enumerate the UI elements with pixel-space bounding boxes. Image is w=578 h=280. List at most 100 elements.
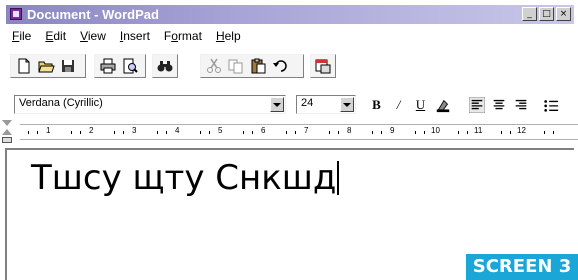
align-right-icon [515,99,526,110]
ruler-tick [424,131,425,134]
new-document-button[interactable] [14,56,34,76]
minimize-button[interactable]: _ [522,7,537,21]
wordpad-window: Document - WordPad _ □ × File Edit View … [0,0,578,280]
menu-edit[interactable]: Edit [45,29,66,43]
undo-icon [273,60,287,72]
align-left-button[interactable] [466,95,487,115]
title-bar[interactable]: Document - WordPad _ □ × [6,5,574,24]
toolbar-group-find [152,54,178,78]
ruler-tick [286,131,287,134]
open-folder-icon [38,61,55,73]
copy-button[interactable] [226,56,246,76]
font-name-select[interactable]: Verdana (Cyrillic) [14,95,286,114]
window-title: Document - WordPad [27,7,159,22]
ruler-tick [295,131,296,134]
size-dropdown-arrow-icon[interactable] [340,97,354,112]
menu-file[interactable]: File [12,29,31,43]
ruler-tick [123,131,124,134]
find-button[interactable] [156,56,174,76]
ruler-tick [501,131,502,134]
text-caret [337,161,340,195]
ruler-tick [329,131,330,134]
open-button[interactable] [36,56,56,76]
ruler-number: 9 [390,126,395,135]
color-button[interactable] [432,95,453,115]
ruler-tick [71,131,72,134]
color-palette-icon [436,99,449,113]
underline-button[interactable]: U [410,95,431,115]
print-preview-icon [123,58,138,74]
left-indent-marker[interactable] [2,137,12,143]
ruler-tick [467,131,468,134]
menu-view[interactable]: View [80,29,106,43]
ruler-tick [37,131,38,134]
toolbar-group-print [94,54,146,78]
align-left-icon [468,97,485,113]
close-button[interactable]: × [556,7,571,21]
print-button[interactable] [98,56,118,76]
ruler-tick [114,131,115,134]
scissors-icon [207,58,221,73]
screen-caption-label: SCREEN 3 [466,254,578,280]
ruler-tick [458,131,459,134]
first-line-indent-marker[interactable] [2,120,12,126]
ruler-tick [157,131,158,134]
font-name-value: Verdana (Cyrillic) [19,97,103,109]
toolbar-group-insert [310,54,336,78]
ruler-tick [209,131,210,134]
wordpad-app-icon[interactable] [10,8,22,20]
save-disk-icon [62,60,74,72]
menu-insert[interactable]: Insert [120,29,150,43]
ruler-tick [544,131,545,134]
print-preview-button[interactable] [120,56,140,76]
menu-help[interactable]: Help [216,29,241,43]
toolbar-group-file [10,54,86,78]
hanging-indent-marker[interactable] [2,129,12,135]
align-center-icon [493,99,504,110]
ruler-number: 2 [89,126,94,135]
ruler-number: 12 [517,126,526,135]
font-dropdown-arrow-icon[interactable] [270,97,284,112]
ruler-number: 5 [218,126,223,135]
italic-button[interactable]: / [388,95,409,115]
bold-button[interactable]: B [366,95,387,115]
font-size-select[interactable]: 24 [296,95,356,114]
ruler-number: 3 [132,126,137,135]
ruler-tick [415,131,416,134]
font-size-value: 24 [301,97,314,109]
ruler-number: 10 [431,126,440,135]
standard-toolbar [0,48,578,90]
menu-format[interactable]: Format [164,29,202,43]
ruler-number: 1 [46,126,51,135]
ruler-tick [338,131,339,134]
align-center-button[interactable] [488,95,509,115]
binoculars-icon [157,61,173,72]
bullets-button[interactable] [540,95,561,115]
ruler-tick [166,131,167,134]
ruler-number: 4 [175,126,180,135]
document-text-line[interactable]: Тшсу щту Снкшд [31,158,340,198]
paste-clipboard-icon [251,58,266,74]
ruler-tick [243,131,244,134]
bullets-icon [543,100,558,112]
ruler[interactable]: 1 2 3 4 5 6 7 8 9 10 11 12 [0,120,578,146]
save-button[interactable] [58,56,78,76]
ruler-number: 6 [261,126,266,135]
ruler-scale: 1 2 3 4 5 6 7 8 9 10 11 12 [20,124,578,140]
ruler-number: 8 [347,126,352,135]
undo-button[interactable] [270,56,290,76]
ruler-tick [553,131,554,134]
window-controls: _ □ × [522,7,571,21]
paste-button[interactable] [248,56,268,76]
align-right-button[interactable] [510,95,531,115]
cut-button[interactable] [204,56,224,76]
ruler-tick [28,131,29,134]
menu-bar: File Edit View Insert Format Help [0,25,578,47]
copy-icon [228,59,243,74]
date-time-button[interactable] [314,56,332,76]
ruler-tick [200,131,201,134]
ruler-number: 11 [474,126,483,135]
ruler-tick [381,131,382,134]
maximize-button[interactable]: □ [539,7,554,21]
date-time-icon [315,59,331,74]
